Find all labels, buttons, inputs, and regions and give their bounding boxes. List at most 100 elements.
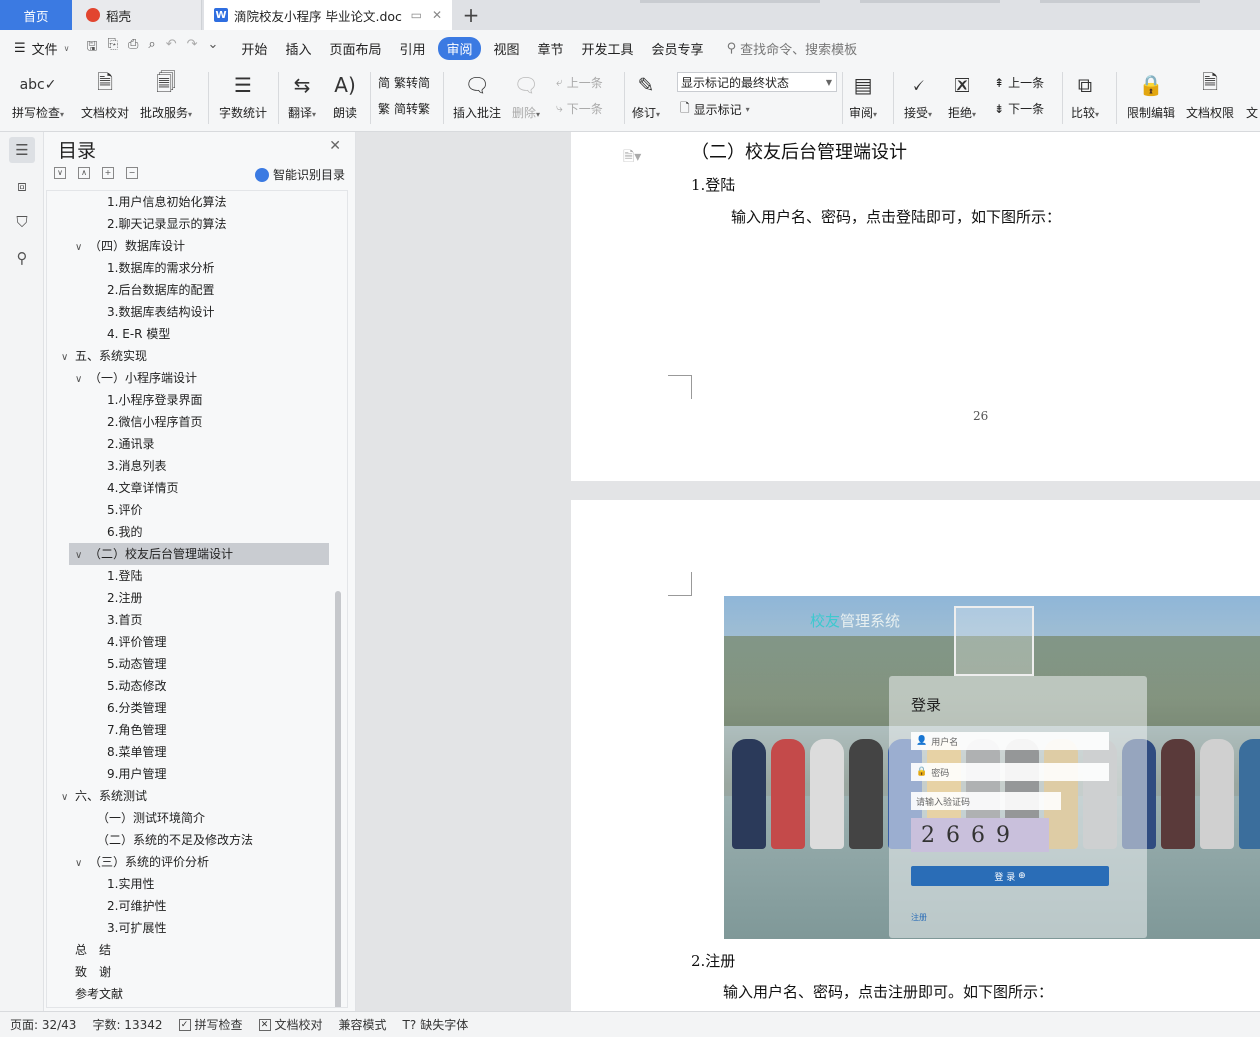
export-icon[interactable]: ⎘ xyxy=(108,37,118,59)
toc-item[interactable]: ∨ 五、系统实现 xyxy=(47,345,327,367)
toc-item[interactable]: 8.菜单管理 xyxy=(47,741,327,763)
toc-item[interactable]: 2.注册 xyxy=(47,587,327,609)
trad-to-simp-button[interactable]: 简繁转简 xyxy=(378,74,430,91)
word-count-button[interactable]: ☰ 字数统计 xyxy=(219,70,267,121)
toc-item[interactable]: 6.我的 xyxy=(47,521,327,543)
chevron-down-icon[interactable]: ∨ xyxy=(61,347,75,369)
toc-item[interactable]: （二）系统的不足及修改方法 xyxy=(47,829,327,851)
print-preview-icon[interactable]: ⌕ xyxy=(148,37,155,59)
toc-item[interactable]: 致 谢 xyxy=(47,961,327,983)
toc-item[interactable]: ∨ （三）系统的评价分析 xyxy=(47,851,327,873)
menu-item-7[interactable]: 开发工具 xyxy=(582,39,634,58)
expand-all-icon[interactable]: ∨ xyxy=(54,167,66,179)
chevron-down-icon[interactable]: ∨ xyxy=(75,853,89,875)
restrict-edit-button[interactable]: 🔒 限制编辑 xyxy=(1127,70,1175,121)
tab-daoke[interactable]: 稻壳 xyxy=(72,0,202,30)
chevron-down-icon[interactable]: ∨ xyxy=(61,787,75,809)
toc-item[interactable]: ∨ （二）校友后台管理端设计 xyxy=(69,543,329,565)
track-changes-button[interactable]: ✎ 修订▾ xyxy=(632,70,660,121)
float-window-icon[interactable]: ▭ xyxy=(411,8,422,22)
toc-item[interactable]: ∨ 六、系统测试 xyxy=(47,785,327,807)
page-count[interactable]: 页面: 32/43 xyxy=(10,1016,76,1033)
remove-heading-icon[interactable]: − xyxy=(126,167,138,179)
toc-item[interactable]: 1.小程序登录界面 xyxy=(47,389,327,411)
toc-item[interactable]: 3.首页 xyxy=(47,609,327,631)
read-aloud-button[interactable]: A) 朗读 xyxy=(333,70,357,121)
toc-scrollbar[interactable] xyxy=(335,591,341,1007)
toc-item[interactable]: ∨ （一）小程序端设计 xyxy=(47,367,327,389)
add-heading-icon[interactable]: + xyxy=(102,167,114,179)
next-comment-button[interactable]: ⤷ 下一条 xyxy=(556,100,603,117)
file-menu[interactable]: ☰ 文件 ∨ xyxy=(14,39,70,58)
toc-item[interactable]: 3.消息列表 xyxy=(47,455,327,477)
toc-item[interactable]: 2.可维护性 xyxy=(47,895,327,917)
toc-item[interactable]: 6.分类管理 xyxy=(47,697,327,719)
toc-item[interactable]: ∨ （四）数据库设计 xyxy=(47,235,327,257)
toc-item[interactable]: 2.后台数据库的配置 xyxy=(47,279,327,301)
accept-button[interactable]: 🗸 接受▾ xyxy=(904,70,932,121)
delete-comment-button[interactable]: 🗨 删除▾ xyxy=(512,70,540,121)
missing-font[interactable]: T? 缺失字体 xyxy=(403,1016,469,1033)
toc-item[interactable]: 参考文献 xyxy=(47,983,327,1005)
doc-rights-button[interactable]: 🗎 文档权限 xyxy=(1186,70,1234,121)
status-spell-check[interactable]: ✓ 拼写检查 xyxy=(178,1016,243,1033)
toc-item[interactable]: 4.评价管理 xyxy=(47,631,327,653)
toc-item[interactable]: 4.文章详情页 xyxy=(47,477,327,499)
command-search[interactable]: ⚲ 查找命令、搜索模板 xyxy=(727,39,858,58)
prev-change-button[interactable]: ⇞ 上一条 xyxy=(994,74,1044,91)
menu-item-3[interactable]: 引用 xyxy=(399,39,425,58)
review-pane-button[interactable]: ▤ 审阅▾ xyxy=(849,70,877,121)
chapter-nav-icon[interactable]: ⧈ xyxy=(9,173,35,199)
markup-state-select[interactable]: 显示标记的最终状态 ▼ xyxy=(677,72,837,92)
proofread-button[interactable]: 🗎 文档校对 xyxy=(81,70,129,121)
chevron-down-icon[interactable]: ∨ xyxy=(75,237,89,259)
chevron-down-icon[interactable]: ∨ xyxy=(75,545,89,567)
close-tab-icon[interactable]: ✕ xyxy=(432,8,442,22)
toc-item[interactable]: 5.评价 xyxy=(47,499,327,521)
toc-item[interactable]: 1.用户信息初始化算法 xyxy=(47,191,327,213)
next-change-button[interactable]: ⇟ 下一条 xyxy=(994,100,1044,117)
toc-item[interactable]: （一）测试环境简介 xyxy=(47,807,327,829)
chevron-down-icon[interactable]: ∨ xyxy=(75,369,89,391)
toc-item[interactable]: 2.通讯录 xyxy=(47,433,327,455)
show-markup-button[interactable]: 🗋 显示标记 ▾ xyxy=(680,99,750,120)
translate-button[interactable]: ⇆ 翻译▾ xyxy=(288,70,316,121)
status-proofread[interactable]: ✕ 文档校对 xyxy=(258,1016,323,1033)
toc-item[interactable]: 2.微信小程序首页 xyxy=(47,411,327,433)
menu-item-5[interactable]: 视图 xyxy=(494,39,520,58)
insert-comment-button[interactable]: 🗨 插入批注 xyxy=(453,70,501,121)
toc-item[interactable]: 1.登陆 xyxy=(47,565,327,587)
close-icon[interactable]: ✕ xyxy=(329,138,341,154)
simp-to-trad-button[interactable]: 繁简转繁 xyxy=(378,100,430,117)
undo-icon[interactable]: ↶ xyxy=(166,37,177,59)
tab-document[interactable]: W 滴院校友小程序 毕业论文.doc ▭ ✕ xyxy=(204,0,452,30)
toc-item[interactable]: 4. E-R 模型 xyxy=(47,323,327,345)
toc-item[interactable]: 7.角色管理 xyxy=(47,719,327,741)
menu-item-0[interactable]: 开始 xyxy=(241,39,267,58)
toc-item[interactable]: 3.可扩展性 xyxy=(47,917,327,939)
bookmark-icon[interactable]: ⛉ xyxy=(9,209,35,235)
toc-item[interactable]: 3.数据库表结构设计 xyxy=(47,301,327,323)
menu-item-4[interactable]: 审阅 xyxy=(438,36,481,60)
menu-item-6[interactable]: 章节 xyxy=(538,39,564,58)
toc-item[interactable]: 1.实用性 xyxy=(47,873,327,895)
menu-item-8[interactable]: 会员专享 xyxy=(652,39,704,58)
print-icon[interactable]: ⎙ xyxy=(128,37,138,59)
tab-home[interactable]: 首页 xyxy=(0,0,72,30)
collapse-all-icon[interactable]: ∧ xyxy=(78,167,90,179)
toc-item[interactable]: 9.用户管理 xyxy=(47,763,327,785)
prev-comment-button[interactable]: ⤶ 上一条 xyxy=(556,74,603,91)
toc-icon[interactable]: ☰ xyxy=(9,137,35,163)
toc-item[interactable]: 2.聊天记录显示的算法 xyxy=(47,213,327,235)
redo-icon[interactable]: ↷ xyxy=(187,37,198,59)
menu-item-2[interactable]: 页面布局 xyxy=(329,39,381,58)
compare-button[interactable]: ⧉ 比较▾ xyxy=(1071,70,1099,121)
search-icon[interactable]: ⚲ xyxy=(9,245,35,271)
new-tab-button[interactable]: + xyxy=(456,0,486,30)
smart-toc-button[interactable]: 智能识别目录 xyxy=(254,166,345,183)
customize-icon[interactable]: ⌄ xyxy=(208,37,219,59)
paragraph-menu-icon[interactable]: 🗎▾ xyxy=(623,146,641,170)
spell-check-button[interactable]: abc✓ 拼写检查▾ xyxy=(12,70,64,121)
toc-item[interactable]: 总 结 xyxy=(47,939,327,961)
menu-item-1[interactable]: 插入 xyxy=(285,39,311,58)
